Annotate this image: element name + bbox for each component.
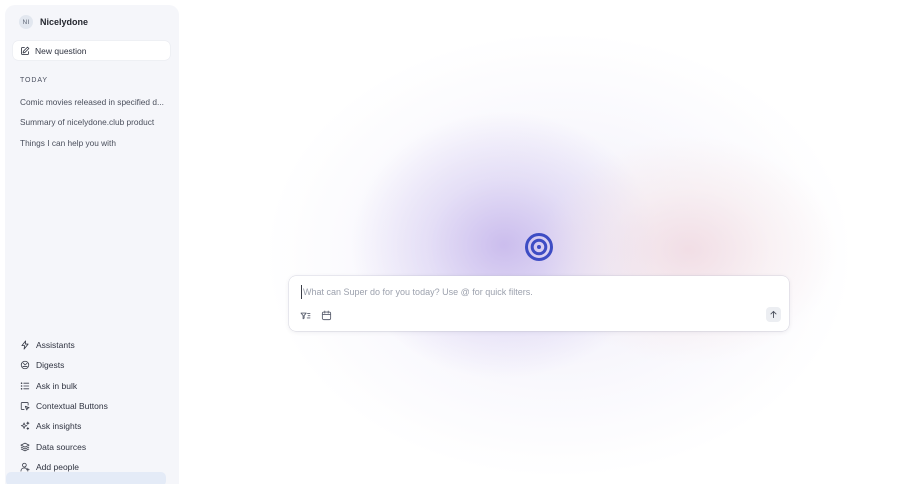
workspace-name: Nicelydone <box>40 17 89 27</box>
list-icon <box>20 382 30 390</box>
nav-label: Assistants <box>36 340 75 351</box>
digest-icon <box>20 361 30 370</box>
nav-item-contextual-buttons[interactable]: Contextual Buttons <box>20 396 170 416</box>
app-window: NI Nicelydone New question TODAY Comic m… <box>0 0 900 484</box>
avatar: NI <box>19 15 33 29</box>
nav-label: Data sources <box>36 441 87 452</box>
filter-button[interactable] <box>298 308 312 322</box>
workspace-switcher[interactable]: NI Nicelydone <box>19 15 88 29</box>
nav-item-data-sources[interactable]: Data sources <box>20 436 170 456</box>
question-input[interactable] <box>301 285 773 299</box>
background-glow-purple <box>349 110 659 380</box>
main-area <box>179 0 900 484</box>
add-user-icon <box>20 462 30 472</box>
new-question-button[interactable]: New question <box>13 41 170 60</box>
bottom-nav: Assistants Digests Ask in bulk Contextua… <box>20 335 170 477</box>
date-filter-button[interactable] <box>319 308 333 322</box>
nav-item-assistants[interactable]: Assistants <box>20 335 170 355</box>
contextual-button-icon <box>20 402 30 411</box>
nav-label: Contextual Buttons <box>36 401 108 412</box>
selected-sidebar-item[interactable] <box>6 472 166 484</box>
pencil-square-icon <box>21 46 30 55</box>
nav-label: Digests <box>36 360 65 371</box>
nav-item-ask-in-bulk[interactable]: Ask in bulk <box>20 376 170 396</box>
background-glow <box>269 35 849 475</box>
filter-icon <box>300 312 310 319</box>
calendar-icon <box>321 310 331 320</box>
layers-icon <box>20 442 30 451</box>
nav-label: Add people <box>36 461 80 472</box>
nav-item-digests[interactable]: Digests <box>20 355 170 375</box>
history-item[interactable]: Comic movies released in specified d... <box>20 92 170 112</box>
new-question-label: New question <box>35 45 87 56</box>
sparkles-icon <box>20 421 30 431</box>
sidebar: NI Nicelydone New question TODAY Comic m… <box>5 5 179 484</box>
nav-label: Ask insights <box>36 421 82 432</box>
arrow-up-icon <box>770 310 777 319</box>
history-section-label: TODAY <box>20 77 48 84</box>
history-list: Comic movies released in specified d... … <box>20 92 170 153</box>
history-item[interactable]: Summary of nicelydone.club product <box>20 112 170 132</box>
nav-item-ask-insights[interactable]: Ask insights <box>20 416 170 436</box>
send-button[interactable] <box>766 307 781 322</box>
super-logo-icon <box>525 233 553 261</box>
question-composer <box>289 276 789 331</box>
history-item[interactable]: Things I can help you with <box>20 133 170 153</box>
lightning-icon <box>21 340 29 350</box>
nav-label: Ask in bulk <box>36 380 78 391</box>
